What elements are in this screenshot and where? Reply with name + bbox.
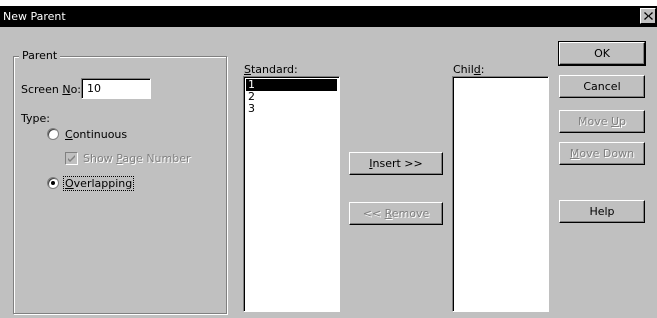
insert-button[interactable]: Insert >> [349, 152, 443, 175]
checkmark-icon [68, 155, 75, 162]
standard-label: Standard: [244, 63, 298, 76]
close-icon [643, 12, 653, 20]
standard-list-item[interactable]: 1 [246, 79, 337, 91]
ok-button[interactable]: OK [558, 41, 646, 66]
window-title: New Parent [3, 10, 66, 23]
show-page-number-checkbox[interactable] [65, 152, 78, 165]
new-parent-dialog: New Parent Parent Screen No: 10 Type: Co… [0, 6, 657, 318]
help-button[interactable]: Help [559, 200, 645, 223]
screen-no-input[interactable]: 10 [81, 78, 151, 99]
close-button[interactable] [640, 8, 656, 24]
screen-no-label: Screen No: [21, 83, 81, 96]
title-bar: New Parent [0, 6, 657, 27]
overlapping-label[interactable]: Overlapping [63, 176, 135, 191]
standard-list-item[interactable]: 3 [246, 103, 337, 115]
move-down-button[interactable]: Move Down [559, 142, 645, 165]
overlapping-radio[interactable] [47, 177, 59, 189]
child-listbox[interactable] [452, 76, 549, 312]
move-up-button[interactable]: Move Up [559, 110, 645, 133]
continuous-label[interactable]: Continuous [65, 128, 127, 141]
child-label: Child: [453, 63, 485, 76]
parent-group-legend: Parent [19, 49, 61, 62]
type-label: Type: [21, 112, 50, 125]
standard-list-item[interactable]: 2 [246, 91, 337, 103]
continuous-radio[interactable] [47, 128, 59, 140]
remove-button[interactable]: << Remove [349, 202, 443, 225]
cancel-button[interactable]: Cancel [559, 75, 645, 98]
show-page-number-label: Show Page Number [83, 152, 191, 165]
radio-selected-dot [51, 181, 55, 185]
standard-listbox[interactable]: 1 2 3 [243, 76, 340, 312]
